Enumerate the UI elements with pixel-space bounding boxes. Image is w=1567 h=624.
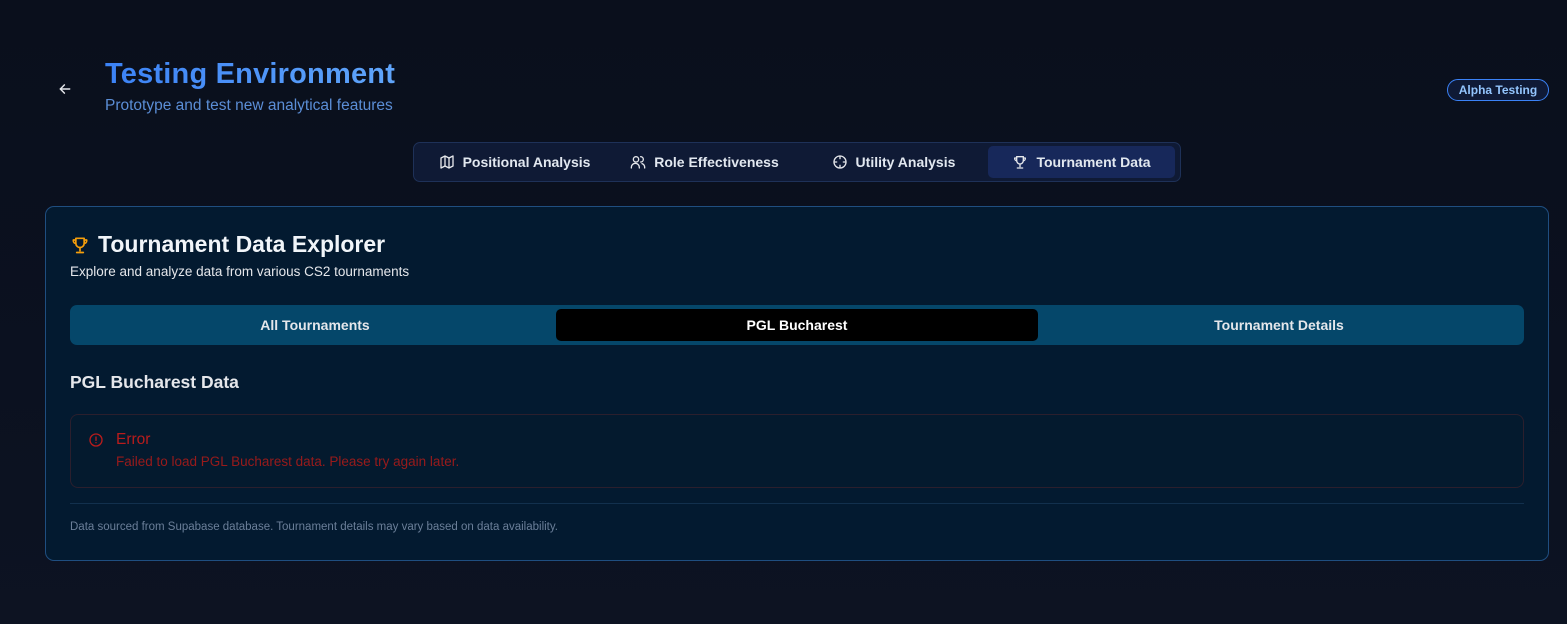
- alpha-testing-badge: Alpha Testing: [1447, 79, 1549, 101]
- error-title: Error: [116, 431, 151, 448]
- tab-positional-analysis[interactable]: Positional Analysis: [419, 146, 610, 178]
- tab-pgl-bucharest[interactable]: PGL Bucharest: [556, 309, 1038, 341]
- feature-tabs: Positional Analysis Role Effectiveness U…: [413, 142, 1181, 182]
- trophy-icon: [72, 237, 88, 253]
- tab-label: Utility Analysis: [855, 154, 956, 170]
- tab-all-tournaments[interactable]: All Tournaments: [74, 309, 556, 341]
- section-title: PGL Bucharest Data: [70, 372, 239, 392]
- error-message: Failed to load PGL Bucharest data. Pleas…: [116, 454, 460, 469]
- page-title: Testing Environment: [105, 58, 396, 90]
- map-icon: [439, 155, 454, 169]
- users-icon: [630, 156, 646, 169]
- tab-label: Positional Analysis: [462, 154, 591, 170]
- tab-role-effectiveness[interactable]: Role Effectiveness: [610, 146, 799, 178]
- trophy-icon: [1014, 156, 1027, 169]
- data-source-note: Data sourced from Supabase database. Tou…: [70, 521, 558, 533]
- testing-environment-page: Testing Environment Prototype and test n…: [0, 0, 1567, 624]
- alert-circle-icon: [89, 433, 103, 447]
- tab-utility-analysis[interactable]: Utility Analysis: [799, 146, 988, 178]
- crosshair-icon: [832, 155, 847, 169]
- card-header: Tournament Data Explorer: [70, 231, 385, 258]
- error-alert: Error Failed to load PGL Bucharest data.…: [70, 414, 1524, 488]
- card-description: Explore and analyze data from various CS…: [70, 264, 410, 279]
- tournament-data-card: Tournament Data Explorer Explore and ana…: [45, 206, 1549, 561]
- arrow-left-icon: [59, 84, 71, 94]
- back-button[interactable]: [50, 74, 80, 104]
- tab-label: Tournament Data: [1036, 154, 1151, 170]
- page-subtitle: Prototype and test new analytical featur…: [105, 97, 393, 114]
- tab-label: Role Effectiveness: [654, 154, 779, 170]
- card-title: Tournament Data Explorer: [98, 231, 386, 257]
- tab-tournament-data[interactable]: Tournament Data: [987, 146, 1175, 178]
- divider: [70, 503, 1524, 504]
- tournament-tabs: All Tournaments PGL Bucharest Tournament…: [70, 305, 1524, 345]
- tab-tournament-details[interactable]: Tournament Details: [1038, 309, 1520, 341]
